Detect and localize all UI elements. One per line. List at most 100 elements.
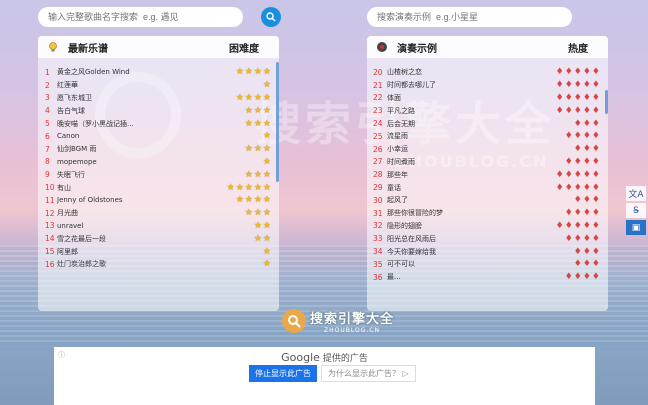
star-icon: ★: [262, 131, 271, 142]
row-title-link[interactable]: 仙剑BGM 雨: [57, 144, 245, 154]
score-row[interactable]: 3 愿飞东城卫 ★ ★ ★ ★: [38, 92, 279, 105]
row-title-link[interactable]: 平凡之路: [387, 106, 556, 116]
row-title-link[interactable]: 红莲華: [57, 80, 263, 90]
score-row[interactable]: 7 仙剑BGM 雨 ★ ★ ★: [38, 143, 279, 156]
score-row[interactable]: 13 unravel ★ ★: [38, 220, 279, 233]
example-row[interactable]: 25 流星雨 ♦ ♦ ♦ ♦: [367, 130, 608, 143]
heart-icon: ♦: [555, 182, 564, 193]
row-title-link[interactable]: 童话: [387, 183, 556, 193]
example-row[interactable]: 33 阳光总在风雨后 ♦ ♦ ♦ ♦: [367, 232, 608, 245]
example-row[interactable]: 34 今天你要嫁给我 ♦ ♦ ♦: [367, 245, 608, 258]
example-row[interactable]: 29 童话 ♦ ♦ ♦ ♦ ♦: [367, 181, 608, 194]
row-number: 36: [373, 272, 383, 282]
star-icon: ★: [262, 144, 271, 155]
heart-icon: ♦: [564, 220, 573, 231]
score-row[interactable]: 6 Canon ★: [38, 130, 279, 143]
heart-icons: ♦ ♦ ♦ ♦ ♦: [556, 170, 600, 180]
row-title-link[interactable]: 灶门炭治郎之歌: [57, 259, 263, 269]
example-row[interactable]: 28 那些年 ♦ ♦ ♦ ♦ ♦: [367, 168, 608, 181]
row-title-link[interactable]: 隐形的翅膀: [387, 221, 556, 231]
row-title-link[interactable]: 有山: [57, 183, 227, 193]
example-row[interactable]: 27 时间煮雨 ♦ ♦ ♦ ♦: [367, 156, 608, 169]
row-title-link[interactable]: 阿里郎: [57, 247, 263, 257]
row-title-link[interactable]: unravel: [57, 222, 254, 230]
song-search-input[interactable]: [38, 7, 243, 27]
right-scrollbar[interactable]: [605, 90, 608, 114]
row-title-link[interactable]: 体面: [387, 93, 556, 103]
row-title-link[interactable]: Canon: [57, 132, 263, 140]
example-row[interactable]: 31 那些你很冒险的梦 ♦ ♦ ♦ ♦: [367, 207, 608, 220]
example-search-input[interactable]: [367, 7, 572, 27]
score-row[interactable]: 8 mopemope ★: [38, 156, 279, 169]
left-scrollbar[interactable]: [276, 62, 279, 182]
row-number: 11: [45, 195, 55, 205]
score-row[interactable]: 5 晚安喵（罗小黑战记插... ★ ★ ★: [38, 117, 279, 130]
row-title-link[interactable]: 小幸运: [387, 144, 574, 154]
row-title-link[interactable]: 那些年: [387, 170, 556, 180]
row-title-link[interactable]: 愿飞东城卫: [57, 93, 236, 103]
example-row[interactable]: 36 最... ♦ ♦ ♦ ♦: [367, 271, 608, 284]
example-row[interactable]: 20 山楂树之恋 ♦ ♦ ♦ ♦ ♦: [367, 66, 608, 79]
row-title-link[interactable]: 阳光总在风雨后: [387, 234, 565, 244]
example-row[interactable]: 35 可不可以 ♦ ♦ ♦: [367, 258, 608, 271]
heart-icon: ♦: [582, 259, 591, 270]
row-title-link[interactable]: 告白气球: [57, 106, 245, 116]
row-title-link[interactable]: mopemope: [57, 158, 263, 166]
heart-icon: ♦: [591, 67, 600, 78]
row-title-link[interactable]: 山楂树之恋: [387, 67, 556, 77]
example-row[interactable]: 22 体面 ♦ ♦ ♦ ♦ ♦: [367, 92, 608, 105]
row-title-link[interactable]: 流星雨: [387, 131, 565, 141]
star-icons: ★ ★ ★ ★ ★: [227, 183, 271, 193]
example-row[interactable]: 26 小幸运 ♦ ♦ ♦: [367, 143, 608, 156]
score-row[interactable]: 9 失眠飞行 ★ ★ ★: [38, 168, 279, 181]
translate-icon[interactable]: 文A: [626, 186, 646, 201]
star-icon: ★: [253, 67, 262, 78]
heart-icons: ♦ ♦ ♦ ♦ ♦: [556, 106, 600, 116]
score-row[interactable]: 4 告白气球 ★ ★ ★: [38, 104, 279, 117]
stop-ad-button[interactable]: 停止显示此广告: [249, 365, 317, 382]
row-title-link[interactable]: 时间煮雨: [387, 157, 565, 167]
search-button[interactable]: [261, 7, 281, 27]
row-title-link[interactable]: 最...: [387, 272, 565, 282]
row-title-link[interactable]: 失眠飞行: [57, 170, 245, 180]
heart-icon: ♦: [582, 144, 591, 155]
example-row[interactable]: 23 平凡之路 ♦ ♦ ♦ ♦ ♦: [367, 104, 608, 117]
strike-icon[interactable]: S̶: [626, 203, 646, 218]
row-title-link[interactable]: 黄金之风Golden Wind: [57, 67, 236, 77]
star-icon: ★: [244, 92, 253, 103]
row-title-link[interactable]: 雪之花最后一段: [57, 234, 254, 244]
score-row[interactable]: 16 灶门炭治郎之歌 ★: [38, 258, 279, 271]
row-title-link[interactable]: 晚安喵（罗小黑战记插...: [57, 119, 245, 129]
score-row[interactable]: 1 黄金之风Golden Wind ★ ★ ★ ★: [38, 66, 279, 79]
score-row[interactable]: 10 有山 ★ ★ ★ ★ ★: [38, 181, 279, 194]
row-title-link[interactable]: 那些你很冒险的梦: [387, 208, 565, 218]
score-row[interactable]: 14 雪之花最后一段 ★ ★: [38, 232, 279, 245]
score-row[interactable]: 12 月光曲 ★ ★ ★: [38, 207, 279, 220]
heart-icon: ♦: [573, 105, 582, 116]
star-icons: ★ ★ ★: [245, 208, 271, 218]
row-title-link[interactable]: 起风了: [387, 195, 574, 205]
star-icons: ★: [263, 259, 271, 269]
row-title-link[interactable]: 时间都去哪儿了: [387, 80, 556, 90]
row-title-link[interactable]: Jenny of Oldstones: [57, 196, 236, 204]
example-row[interactable]: 21 时间都去哪儿了 ♦ ♦ ♦ ♦ ♦: [367, 79, 608, 92]
image-icon[interactable]: ▣: [626, 220, 646, 235]
why-ad-button[interactable]: 为什么显示此广告？ ▷: [321, 365, 416, 382]
row-number: 13: [45, 221, 55, 231]
heart-icon: ♦: [564, 156, 573, 167]
row-number: 23: [373, 106, 383, 116]
star-icons: ★ ★ ★ ★: [236, 195, 271, 205]
example-row[interactable]: 30 起风了 ♦ ♦ ♦: [367, 194, 608, 207]
heart-icon: ♦: [591, 92, 600, 103]
row-title-link[interactable]: 月光曲: [57, 208, 245, 218]
heart-icon: ♦: [573, 80, 582, 91]
score-row[interactable]: 11 Jenny of Oldstones ★ ★ ★ ★: [38, 194, 279, 207]
row-title-link[interactable]: 可不可以: [387, 259, 574, 269]
example-row[interactable]: 24 后会无期 ♦ ♦ ♦: [367, 117, 608, 130]
score-row[interactable]: 2 红莲華 ★: [38, 79, 279, 92]
example-row[interactable]: 32 隐形的翅膀 ♦ ♦ ♦ ♦ ♦: [367, 220, 608, 233]
score-row[interactable]: 15 阿里郎 ★: [38, 245, 279, 258]
row-title-link[interactable]: 后会无期: [387, 119, 574, 129]
heart-icon: ♦: [555, 92, 564, 103]
row-title-link[interactable]: 今天你要嫁给我: [387, 247, 574, 257]
